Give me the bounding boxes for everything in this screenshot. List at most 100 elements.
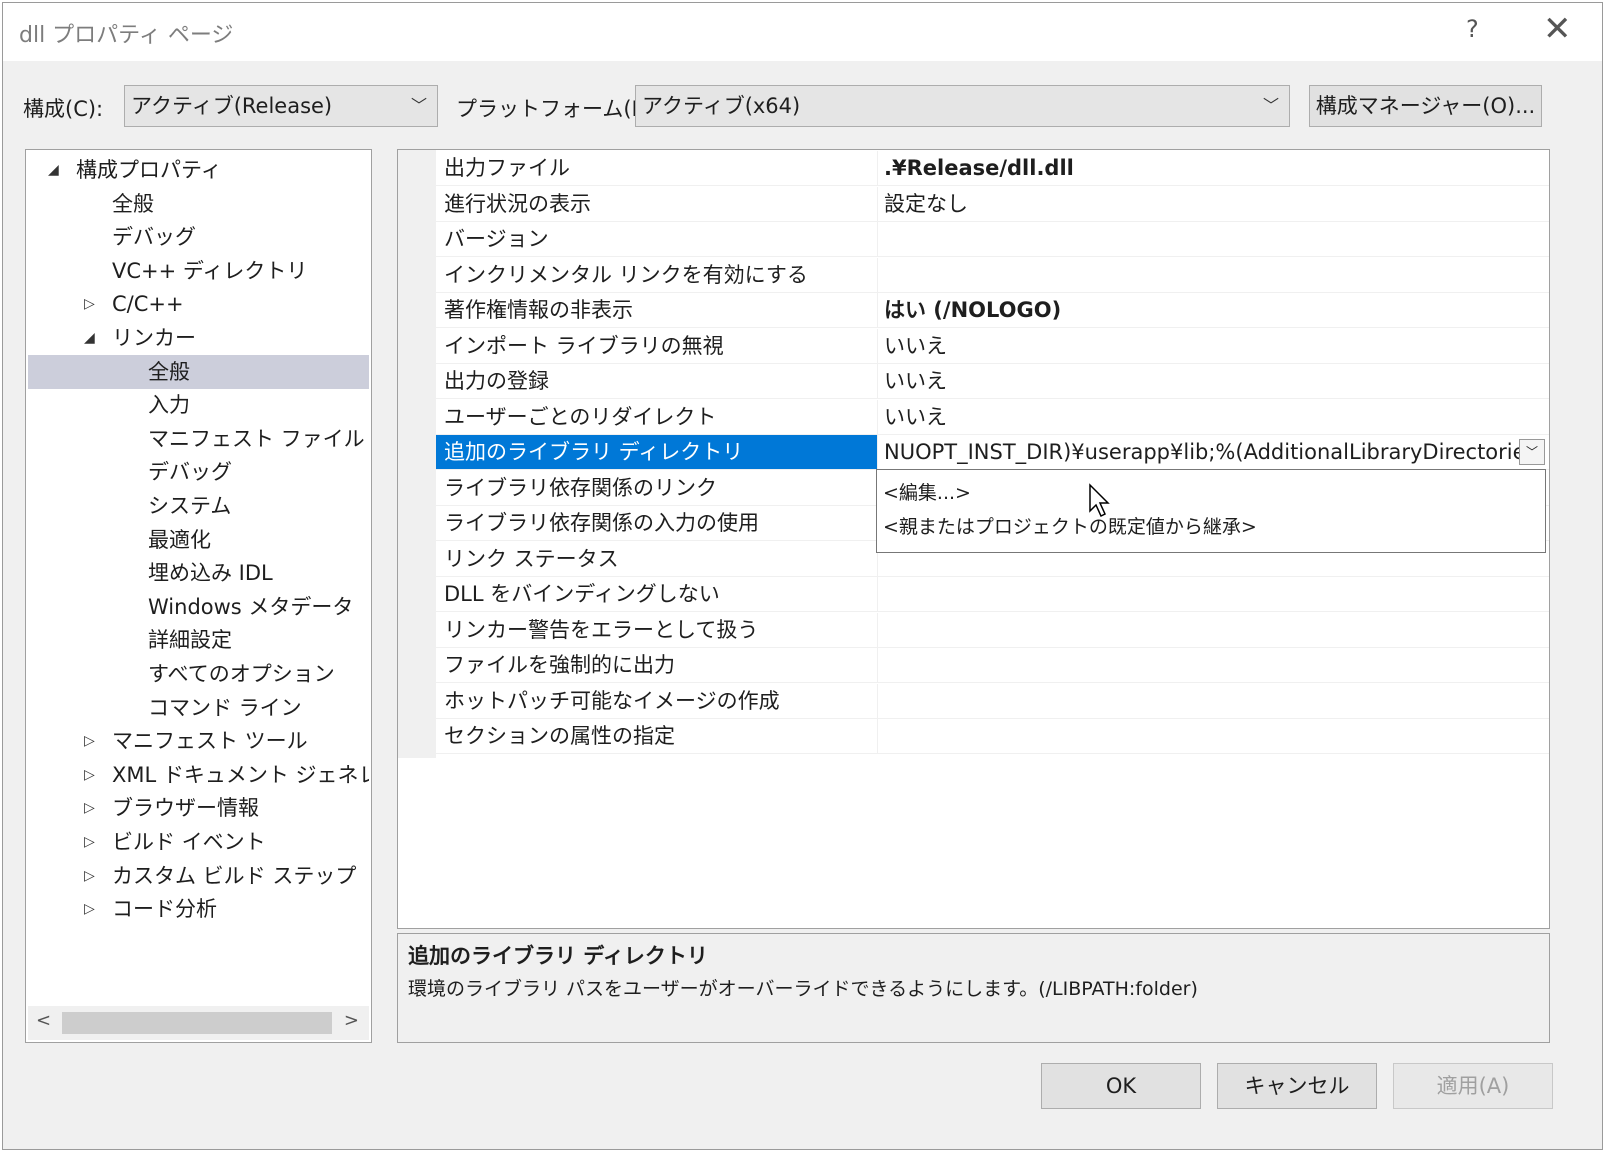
tree-item[interactable]: 全般	[28, 354, 369, 389]
property-row[interactable]: セクションの属性の指定	[436, 719, 1549, 754]
property-value[interactable]	[877, 257, 1549, 292]
tree-item-label: 構成プロパティ	[76, 158, 222, 182]
scroll-left-icon[interactable]: <	[36, 1010, 51, 1031]
property-value[interactable]: いいえ	[877, 399, 1549, 434]
property-value[interactable]: はい (/NOLOGO)	[877, 293, 1549, 327]
property-name: リンカー警告をエラーとして扱う	[444, 617, 759, 642]
property-name: DLL をバインディングしない	[444, 582, 720, 606]
property-row[interactable]: ホットパッチ可能なイメージの作成	[436, 683, 1549, 719]
property-row[interactable]: 著作権情報の非表示 はい (/NOLOGO)	[436, 293, 1549, 328]
expand-arrow-icon[interactable]: ▷	[84, 724, 95, 758]
ok-button[interactable]: OK	[1041, 1063, 1201, 1109]
property-value[interactable]	[877, 612, 1549, 647]
property-value[interactable]	[877, 683, 1549, 718]
tree-item[interactable]: ▷ ビルド イベント	[28, 825, 369, 859]
tree-item-label: コード分析	[112, 897, 217, 922]
collapse-arrow-icon[interactable]: ◢	[84, 321, 95, 355]
property-value[interactable]: 設定なし	[877, 186, 1549, 221]
collapse-arrow-icon[interactable]: ◢	[48, 153, 59, 187]
tree-item-label: すべてのオプション	[148, 662, 335, 686]
dropdown-item-inherit[interactable]: <親またはプロジェクトの既定値から継承>	[883, 512, 1257, 539]
tree-item[interactable]: すべてのオプション	[28, 657, 369, 691]
config-manager-button[interactable]: 構成マネージャー(O)...	[1309, 85, 1542, 127]
property-row[interactable]: インクリメンタル リンクを有効にする	[436, 257, 1549, 293]
tree-item-label: 最適化	[148, 527, 211, 552]
property-row[interactable]: インポート ライブラリの無視 いいえ	[436, 328, 1549, 364]
tree-item[interactable]: 全般	[28, 187, 369, 221]
property-row[interactable]: ユーザーごとのリダイレクト いいえ	[436, 399, 1549, 435]
property-value[interactable]: NUOPT_INST_DIR)¥userapp¥lib;%(Additional…	[877, 435, 1549, 469]
tree-item[interactable]: VC++ ディレクトリ	[28, 254, 369, 288]
property-value[interactable]: .¥Release/dll.dll	[877, 151, 1549, 185]
property-row[interactable]: リンカー警告をエラーとして扱う	[436, 612, 1549, 648]
property-value[interactable]	[877, 648, 1549, 682]
tree-item[interactable]: 詳細設定	[28, 623, 369, 657]
tree-item-label: マニフェスト ファイル	[148, 426, 365, 451]
tree-item[interactable]: ▷ XML ドキュメント ジェネレーター	[28, 758, 369, 792]
tree-item-label: 全般	[112, 191, 154, 216]
property-row[interactable]: ファイルを強制的に出力	[436, 648, 1549, 683]
property-name: 進行状況の表示	[444, 191, 591, 216]
property-name: ファイルを強制的に出力	[444, 653, 675, 677]
property-row[interactable]: 追加のライブラリ ディレクトリ NUOPT_INST_DIR)¥userapp¥l…	[436, 435, 1549, 470]
property-pages-dialog: dll プロパティ ページ ? ✕ 構成(C): アクティブ(Release) …	[2, 2, 1603, 1150]
help-button[interactable]: ?	[1466, 15, 1479, 43]
tree-hscrollbar[interactable]: < >	[28, 1006, 369, 1040]
property-row[interactable]: 進行状況の表示 設定なし	[436, 186, 1549, 222]
value-dropdown-list: <編集...> <親またはプロジェクトの既定値から継承>	[876, 469, 1546, 553]
tree-item-label: Windows メタデータ	[148, 594, 354, 619]
tree-item-label: 詳細設定	[148, 628, 232, 653]
expand-arrow-icon[interactable]: ▷	[84, 859, 95, 893]
scroll-right-icon[interactable]: >	[344, 1010, 359, 1031]
tree-item[interactable]: 最適化	[28, 523, 369, 557]
property-name: インクリメンタル リンクを有効にする	[444, 262, 808, 287]
property-row[interactable]: 出力ファイル .¥Release/dll.dll	[436, 151, 1549, 186]
tree-item[interactable]: ▷ マニフェスト ツール	[28, 724, 369, 758]
property-value[interactable]	[877, 719, 1549, 753]
config-combo[interactable]: アクティブ(Release) ﹀	[124, 85, 438, 127]
expand-arrow-icon[interactable]: ▷	[84, 825, 95, 859]
title-bar: dll プロパティ ページ ? ✕	[3, 3, 1602, 61]
tree-item[interactable]: マニフェスト ファイル	[28, 422, 369, 456]
tree-item[interactable]: ◢ リンカー	[28, 321, 369, 355]
property-name: ライブラリ依存関係のリンク	[444, 475, 717, 500]
apply-button[interactable]: 適用(A)	[1393, 1063, 1553, 1109]
tree-item[interactable]: ◢ 構成プロパティ	[28, 153, 369, 187]
property-row[interactable]: 出力の登録 いいえ	[436, 364, 1549, 399]
tree-item[interactable]: ▷ コード分析	[28, 892, 369, 926]
property-row[interactable]: DLL をバインディングしない	[436, 577, 1549, 612]
tree-item[interactable]: デバッグ	[28, 220, 369, 254]
tree-item[interactable]: 入力	[28, 388, 369, 422]
property-value[interactable]	[877, 577, 1549, 611]
tree-item[interactable]: デバッグ	[28, 455, 369, 489]
scroll-thumb[interactable]	[62, 1012, 332, 1034]
expand-arrow-icon[interactable]: ▷	[84, 758, 95, 792]
platform-combo[interactable]: アクティブ(x64) ﹀	[635, 85, 1290, 127]
expand-arrow-icon[interactable]: ▷	[84, 791, 95, 825]
tree-item[interactable]: システム	[28, 489, 369, 523]
tree-item[interactable]: ▷ カスタム ビルド ステップ	[28, 859, 369, 893]
tree-item-label: デバッグ	[112, 225, 196, 250]
property-value[interactable]	[877, 222, 1549, 256]
property-value[interactable]: いいえ	[877, 328, 1549, 363]
chevron-down-icon[interactable]: ﹀	[1519, 439, 1545, 465]
property-row[interactable]: バージョン	[436, 222, 1549, 257]
cancel-button[interactable]: キャンセル	[1217, 1063, 1377, 1109]
tree-item-label: リンカー	[112, 326, 196, 350]
expand-arrow-icon[interactable]: ▷	[84, 892, 95, 926]
expand-arrow-icon[interactable]: ▷	[84, 287, 95, 321]
platform-combo-value: アクティブ(x64)	[642, 94, 801, 118]
property-value[interactable]: いいえ	[877, 364, 1549, 398]
close-button[interactable]: ✕	[1543, 9, 1572, 49]
tree-item[interactable]: 埋め込み IDL	[28, 556, 369, 590]
tree-item-label: 全般	[148, 359, 190, 384]
chevron-down-icon: ﹀	[1262, 96, 1279, 115]
tree-item-label: 入力	[148, 393, 190, 418]
tree-item[interactable]: ▷ C/C++	[28, 287, 369, 321]
dropdown-item-edit[interactable]: <編集...>	[883, 478, 971, 505]
tree-item[interactable]: ▷ ブラウザー情報	[28, 791, 369, 825]
property-name: バージョン	[444, 227, 549, 251]
tree-item[interactable]: コマンド ライン	[28, 691, 369, 725]
property-tree: ◢ 構成プロパティ 全般 デバッグ VC++ ディレクトリ ▷ C/C++ ◢ リンカー 全般 入力…	[25, 149, 372, 1043]
tree-item[interactable]: Windows メタデータ	[28, 590, 369, 624]
